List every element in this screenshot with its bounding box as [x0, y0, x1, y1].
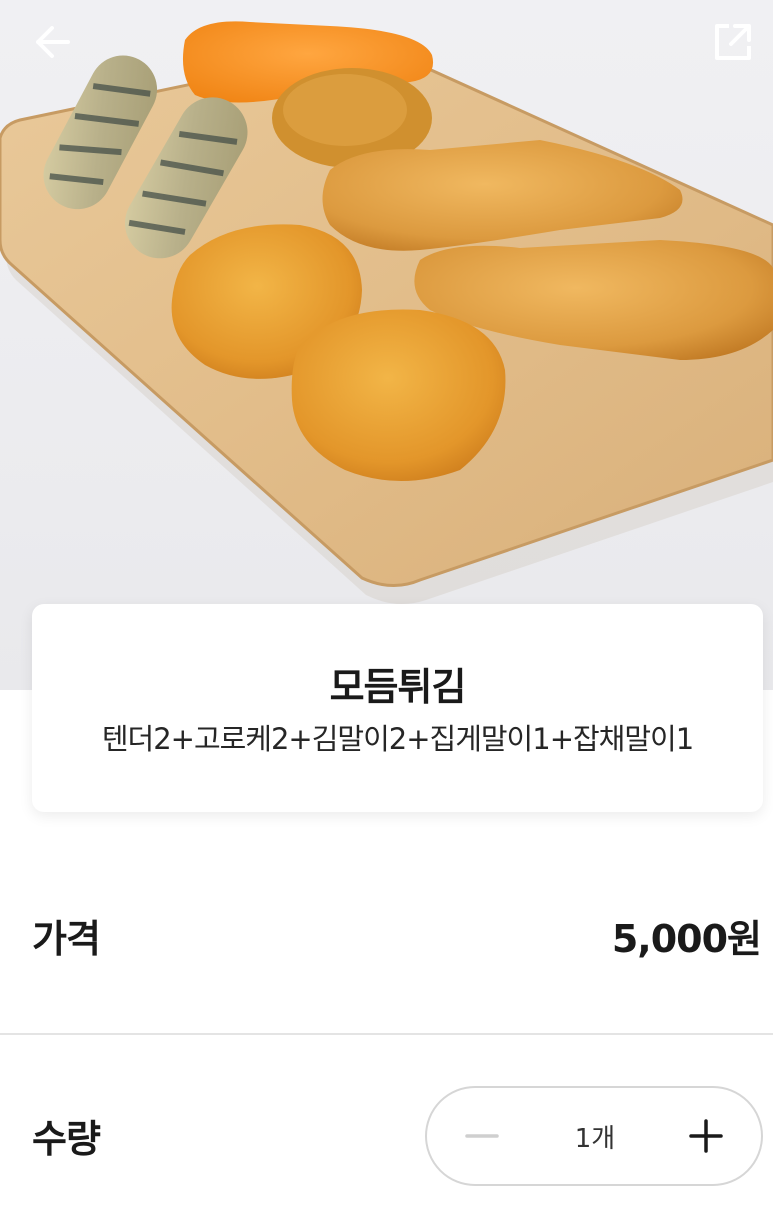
price-label: 가격: [32, 917, 101, 961]
product-name: 모듬튀김: [329, 665, 467, 709]
product-description: 텐더2+고로케2+김말이2+집게말이1+잡채말이1: [101, 722, 694, 756]
product-detail-page: 모듬튀김 텐더2+고로케2+김말이2+집게말이1+잡채말이1 가격 5,000원…: [0, 0, 773, 1230]
plus-icon[interactable]: [683, 1113, 729, 1159]
quantity-value: 1개: [574, 1124, 616, 1154]
quantity-stepper: 1개: [425, 1086, 763, 1186]
fried-food-illustration: [0, 21, 773, 604]
share-external-icon[interactable]: [713, 22, 761, 70]
back-icon[interactable]: [32, 22, 80, 70]
product-photo: [0, 0, 773, 690]
divider: [0, 1033, 773, 1035]
quantity-label: 수량: [32, 1117, 101, 1161]
product-info-card: 모듬튀김 텐더2+고로케2+김말이2+집게말이1+잡채말이1: [32, 604, 763, 812]
minus-icon[interactable]: [459, 1113, 505, 1159]
price-value: 5,000원: [611, 917, 762, 961]
